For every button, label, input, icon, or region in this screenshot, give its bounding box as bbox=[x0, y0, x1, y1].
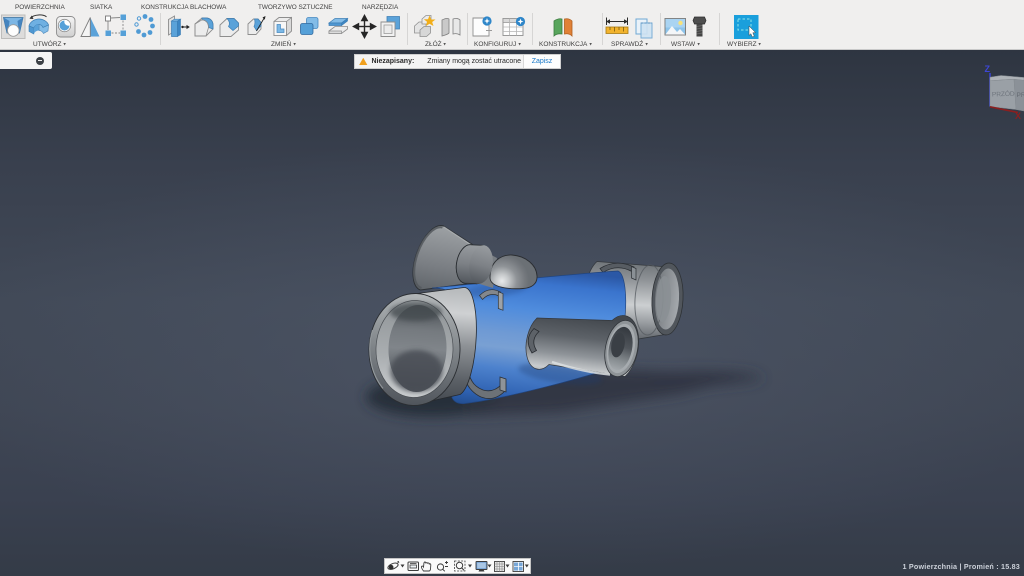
svg-text:Z: Z bbox=[985, 64, 991, 74]
svg-text:PR: PR bbox=[1017, 92, 1024, 99]
svg-text:X: X bbox=[1015, 111, 1021, 121]
